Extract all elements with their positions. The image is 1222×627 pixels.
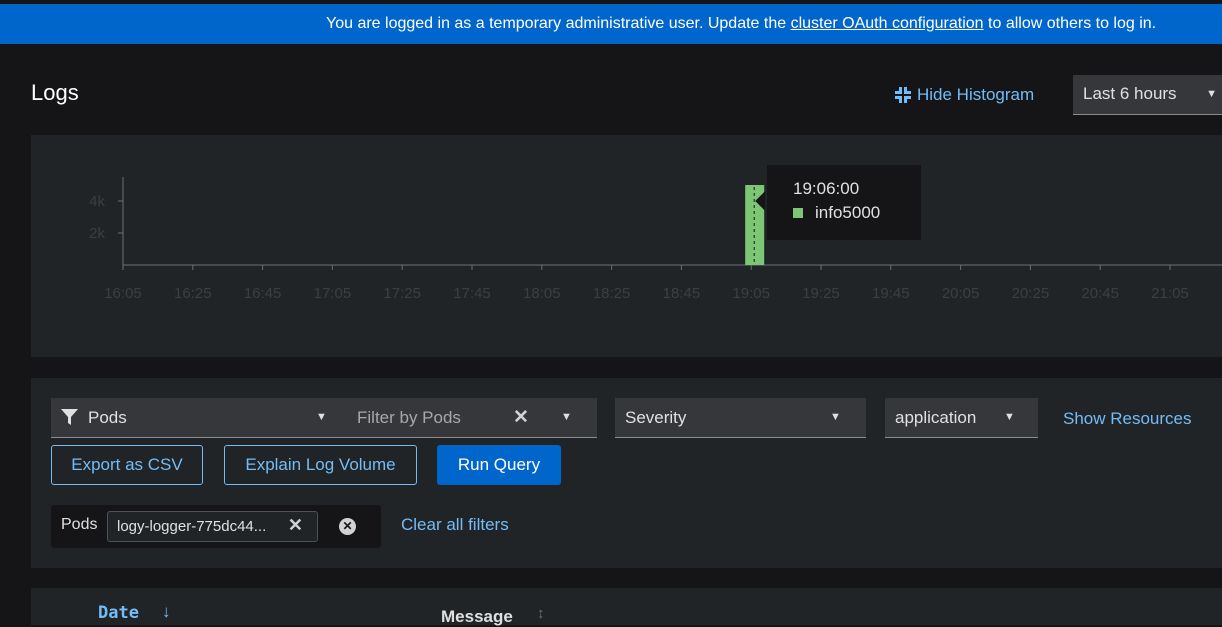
histogram-tooltip: 19:06:00 info5000 — [767, 165, 921, 240]
tenant-label: application — [895, 408, 977, 427]
time-range-value: Last 6 hours — [1083, 84, 1177, 103]
chip-group-label: Pods — [61, 516, 98, 533]
severity-label: Severity — [625, 408, 687, 427]
caret-down-icon: ▼ — [316, 411, 327, 423]
column-header-date[interactable]: Date — [98, 603, 139, 623]
tooltip-series-value: 5000 — [842, 203, 881, 222]
tenant-select[interactable]: application ▼ — [885, 398, 1038, 438]
caret-down-icon[interactable]: ▼ — [561, 411, 572, 423]
compress-icon — [895, 87, 911, 103]
x-tick-label: 16:45 — [244, 285, 282, 302]
histogram-panel: 2k 4k 16:05 16:25 16:45 17:05 17:25 17:45 18:05 1… — [31, 135, 1222, 357]
banner-text-suffix: to allow others to log in. — [983, 15, 1157, 32]
show-resources-link[interactable]: Show Resources — [1063, 409, 1192, 429]
pod-filter-input[interactable]: Filter by Pods ✕ ▼ — [341, 398, 597, 438]
column-header-message[interactable]: Message — [441, 607, 513, 627]
clear-all-filters-link[interactable]: Clear all filters — [401, 515, 509, 535]
remove-chip-icon[interactable]: ✕ — [288, 515, 303, 536]
x-tick-label: 19:45 — [872, 285, 910, 302]
histogram-chart: 2k 4k 16:05 16:25 16:45 17:05 17:25 17:45 18:05 1… — [89, 177, 1222, 302]
admin-banner: You are logged in as a temporary adminis… — [0, 4, 1222, 44]
pod-filter-chip: logy-logger-775dc44... ✕ — [107, 511, 318, 542]
severity-select[interactable]: Severity ▼ — [615, 398, 866, 438]
logs-table-header: Date ↓ Message ↕ — [31, 588, 1222, 627]
hide-histogram-button[interactable]: Hide Histogram — [895, 85, 1034, 105]
explain-log-volume-button[interactable]: Explain Log Volume — [224, 445, 417, 485]
x-tick-label: 16:25 — [174, 285, 212, 302]
x-tick-label: 19:05 — [732, 285, 770, 302]
chip-value: logy-logger-775dc44... — [117, 518, 267, 535]
x-tick-label: 18:45 — [663, 285, 701, 302]
tooltip-legend: info5000 — [793, 203, 921, 223]
info-color-swatch — [793, 208, 803, 218]
active-filter-chip-group: Pods logy-logger-775dc44... ✕ ✕ — [51, 505, 381, 548]
filter-placeholder: Filter by Pods — [357, 408, 461, 427]
sort-desc-icon[interactable]: ↓ — [162, 602, 171, 622]
time-range-select[interactable]: Last 6 hours ▼ — [1073, 75, 1222, 115]
x-tick-label: 18:25 — [593, 285, 631, 302]
x-tick-label: 19:25 — [802, 285, 840, 302]
export-csv-button[interactable]: Export as CSV — [51, 445, 203, 485]
tooltip-series-label: info — [815, 203, 843, 222]
caret-down-icon: ▼ — [1004, 411, 1015, 423]
y-tick-label: 4k — [89, 193, 105, 210]
x-tick-label: 17:45 — [453, 285, 491, 302]
oauth-config-link[interactable]: cluster OAuth configuration — [791, 15, 984, 32]
x-tick-label: 17:05 — [314, 285, 352, 302]
x-tick-label: 20:45 — [1081, 285, 1119, 302]
hide-histogram-label: Hide Histogram — [917, 85, 1035, 104]
attribute-select-label: Pods — [88, 408, 127, 427]
tooltip-time: 19:06:00 — [793, 179, 860, 198]
caret-down-icon: ▼ — [830, 411, 841, 423]
attribute-select[interactable]: Pods ▼ — [51, 398, 341, 438]
x-tick-label: 18:05 — [523, 285, 561, 302]
caret-down-icon: ▼ — [1206, 88, 1217, 100]
x-tick-label: 21:05 — [1151, 285, 1189, 302]
x-tick-label: 20:05 — [942, 285, 980, 302]
run-query-button[interactable]: Run Query — [437, 445, 561, 485]
y-tick-label: 2k — [89, 225, 105, 242]
x-tick-label: 20:25 — [1012, 285, 1050, 302]
clear-input-icon[interactable]: ✕ — [513, 406, 529, 429]
x-tick-label: 17:25 — [383, 285, 421, 302]
banner-text-prefix: You are logged in as a temporary adminis… — [326, 15, 791, 32]
page-title: Logs — [31, 80, 79, 105]
sort-icon[interactable]: ↕ — [537, 605, 545, 622]
close-chip-group-icon[interactable]: ✕ — [339, 518, 356, 535]
x-tick-label: 16:05 — [104, 285, 142, 302]
filter-icon — [61, 409, 78, 425]
